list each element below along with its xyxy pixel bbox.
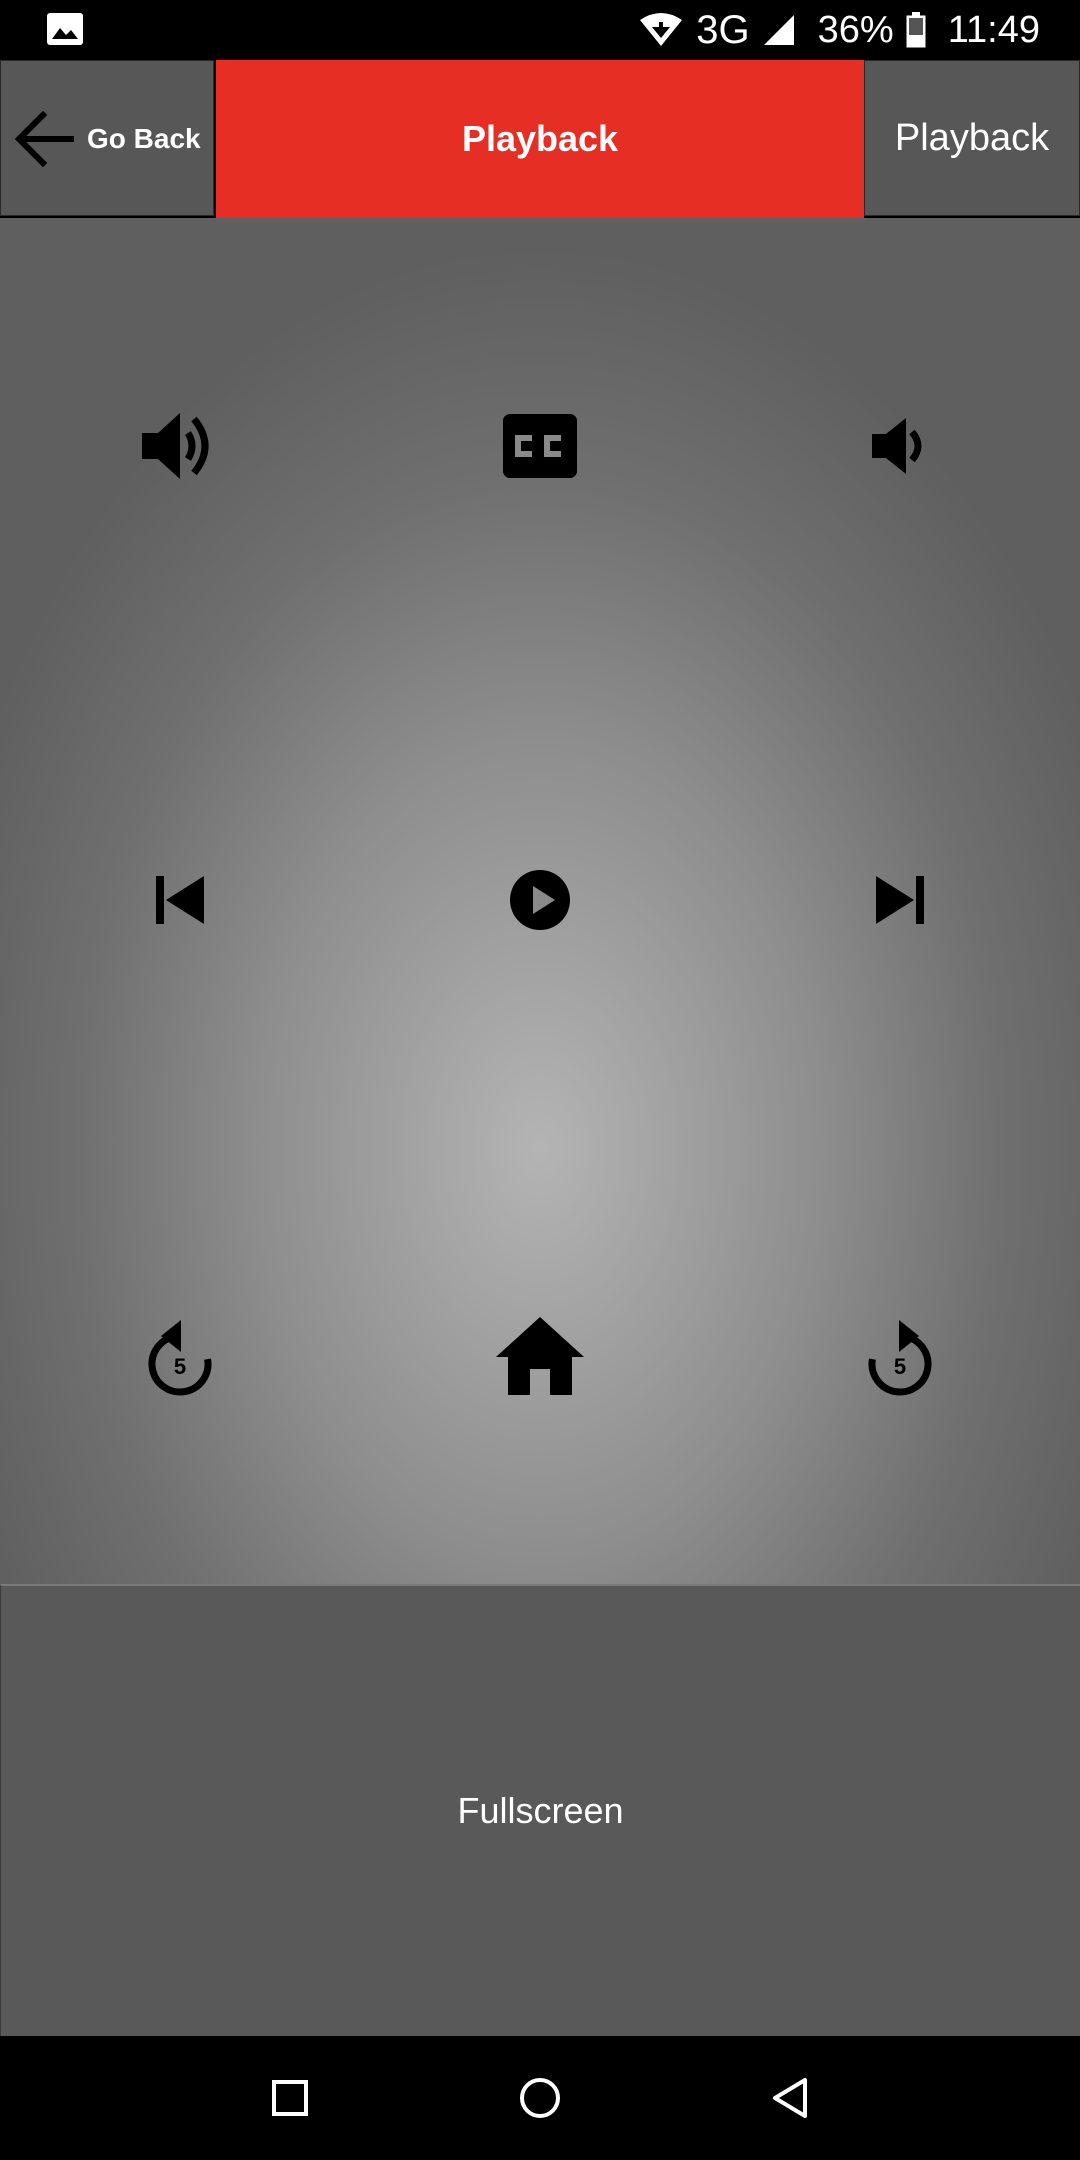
closed-captions-icon: [503, 414, 577, 478]
fullscreen-button[interactable]: Fullscreen: [0, 1584, 1080, 2036]
skip-next-button[interactable]: [820, 820, 980, 980]
home-icon: [496, 1317, 584, 1395]
battery-icon: [906, 12, 926, 48]
wifi-icon: [638, 12, 684, 48]
image-icon: [47, 13, 83, 45]
skip-previous-icon: [156, 876, 204, 924]
replay-5-icon: 5: [148, 1320, 212, 1396]
header: Go Back Playback Playback: [0, 60, 1080, 218]
back-nav-button[interactable]: [750, 2058, 830, 2138]
go-back-label: Go Back: [87, 123, 201, 154]
fullscreen-label: Fullscreen: [457, 1790, 624, 1831]
remote-control-pad: 5 5: [0, 218, 1080, 1584]
go-back-button[interactable]: Go Back: [0, 60, 214, 216]
forward-5-button[interactable]: 5: [820, 1276, 980, 1436]
replay-5-button[interactable]: 5: [100, 1276, 260, 1436]
volume-up-icon: [142, 413, 209, 479]
navigation-bar: [0, 2036, 1080, 2160]
forward-5-icon: 5: [868, 1320, 932, 1396]
playback-tab[interactable]: Playback: [864, 60, 1080, 216]
page-title: Playback: [216, 60, 864, 218]
back-nav-icon: [773, 2078, 807, 2118]
recents-button[interactable]: [250, 2058, 330, 2138]
skip-previous-button[interactable]: [100, 820, 260, 980]
signal-icon: [762, 13, 796, 47]
volume-up-button[interactable]: [100, 366, 260, 526]
home-button[interactable]: [460, 1276, 620, 1436]
play-icon: [510, 870, 570, 930]
home-nav-icon: [520, 2078, 560, 2118]
home-nav-button[interactable]: [500, 2058, 580, 2138]
arrow-left-icon: [14, 110, 74, 168]
skip-next-icon: [876, 876, 924, 924]
recents-icon: [272, 2080, 308, 2116]
play-button[interactable]: [460, 820, 620, 980]
volume-down-button[interactable]: [820, 366, 980, 526]
forward-seconds: 5: [894, 1354, 906, 1379]
clock: 11:49: [947, 8, 1040, 51]
volume-down-icon: [872, 418, 922, 474]
closed-captions-button[interactable]: [460, 366, 620, 526]
network-type: 3G: [696, 7, 750, 52]
battery-percent: 36%: [817, 8, 894, 51]
replay-seconds: 5: [174, 1354, 186, 1379]
status-bar: 3G 36% 11:49: [0, 0, 1080, 60]
